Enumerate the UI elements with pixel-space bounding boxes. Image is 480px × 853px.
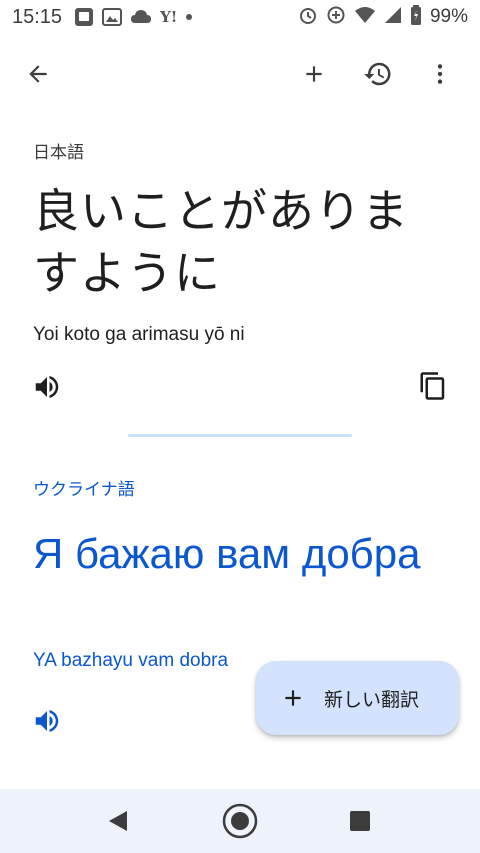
- arrow-back-icon: [29, 65, 47, 83]
- home-circle-icon: [222, 803, 258, 839]
- wifi-icon: [354, 6, 376, 29]
- more-vert-icon: [437, 64, 443, 84]
- history-icon: [364, 62, 391, 86]
- photo-notification-icon: [74, 7, 94, 27]
- data-saver-icon: [326, 5, 346, 30]
- nav-back-button[interactable]: [98, 801, 138, 841]
- new-button[interactable]: [292, 52, 336, 96]
- nav-recents-button[interactable]: [340, 801, 380, 841]
- battery-percent: 99%: [429, 6, 468, 27]
- new-translation-button[interactable]: 新しい翻訳: [256, 661, 459, 735]
- triangle-back-icon: [109, 811, 127, 831]
- toolbar: [0, 50, 480, 100]
- square-recents-icon: [350, 811, 370, 831]
- yahoo-icon: Y!: [160, 8, 178, 26]
- back-button[interactable]: [16, 52, 60, 96]
- dot-icon: [185, 13, 193, 21]
- copy-button[interactable]: [418, 370, 448, 402]
- target-text: Я бажаю вам добра: [33, 530, 421, 577]
- gallery-icon: [102, 7, 123, 27]
- target-transliteration: YA bazhayu vam dobra: [33, 650, 229, 671]
- copy-icon: [420, 372, 445, 400]
- nav-home-button[interactable]: [220, 801, 260, 841]
- source-language-label: 日本語: [33, 143, 84, 163]
- speaker-icon: [35, 710, 59, 732]
- more-options-button[interactable]: [418, 52, 462, 96]
- target-language-label: ウクライナ語: [33, 480, 135, 500]
- new-translation-label: 新しい翻訳: [324, 688, 420, 711]
- source-speak-button[interactable]: [32, 372, 62, 402]
- status-time: 15:15: [12, 5, 63, 28]
- source-transliteration: Yoi koto ga arimasu yō ni: [33, 324, 245, 345]
- battery-icon: [410, 4, 422, 30]
- alarm-icon: [298, 5, 318, 30]
- status-bar: 15:15 Y! 99%: [0, 0, 480, 34]
- source-text: 良いことがありますように: [33, 184, 409, 300]
- speaker-icon: [35, 376, 59, 398]
- history-button[interactable]: [356, 52, 400, 96]
- cloud-notification-icon: [130, 7, 152, 27]
- divider: [128, 434, 352, 437]
- plus-icon: [280, 685, 306, 711]
- system-navigation-bar: [0, 789, 480, 853]
- signal-icon: [384, 6, 402, 29]
- plus-icon: [306, 66, 322, 82]
- target-speak-button[interactable]: [32, 706, 62, 736]
